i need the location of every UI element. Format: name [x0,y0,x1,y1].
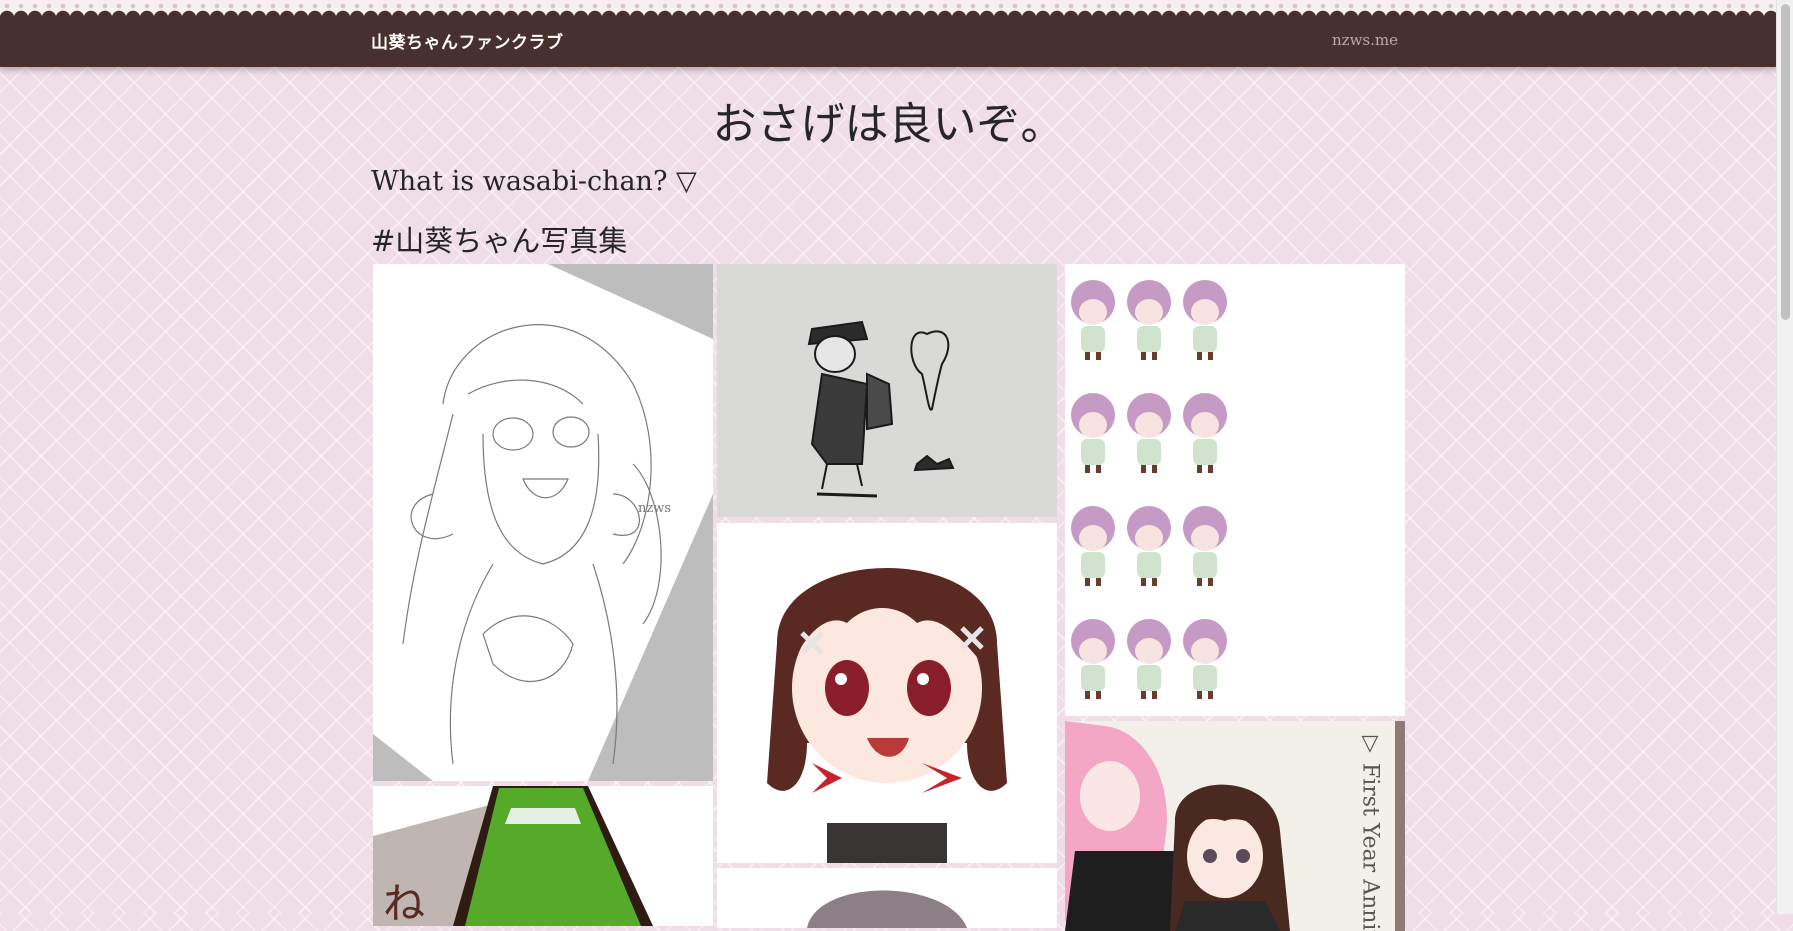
anniversary-image: ▽ First Year Anniv [1065,721,1405,931]
gallery-image-partial[interactable] [717,868,1057,928]
page-title: おさげは良いぞ。 [712,99,1065,150]
wasabi-chan-image [717,523,1057,863]
svg-text:nzws: nzws [638,501,671,516]
gallery-image-sprite-sheet[interactable] [1065,264,1405,716]
gallery-image-ink-drawing[interactable] [717,264,1057,517]
site-brand[interactable]: 山葵ちゃんファンクラブ [371,28,564,53]
external-site-link[interactable]: nzws.me [1332,31,1398,49]
gallery-image-anniversary[interactable]: ▽ First Year Anniv [1065,721,1405,931]
lace-border [0,0,1777,18]
green-hat-image: ね [373,786,713,926]
scrollbar-thumb[interactable] [1781,4,1790,320]
gallery-image-sketch[interactable]: nzws [373,264,713,781]
what-is-toggle[interactable]: What is wasabi-chan? ▽ [371,166,697,197]
sprite-sheet-image [1065,264,1405,716]
gallery-heading: #山葵ちゃん写真集 [371,224,628,258]
svg-text:▽ First Year Anniv: ▽ First Year Anniv [1358,731,1383,931]
svg-text:ね: ね [383,879,425,926]
sketch-image: nzws [373,264,713,781]
gallery-image-wasabi-chan[interactable] [717,523,1057,863]
gallery-image-green-hat[interactable]: ね [373,786,713,926]
ink-drawing-image [717,264,1057,517]
page-scrollbar[interactable] [1776,0,1793,914]
site-header: 山葵ちゃんファンクラブ nzws.me [0,0,1777,67]
partial-image [717,868,1057,928]
